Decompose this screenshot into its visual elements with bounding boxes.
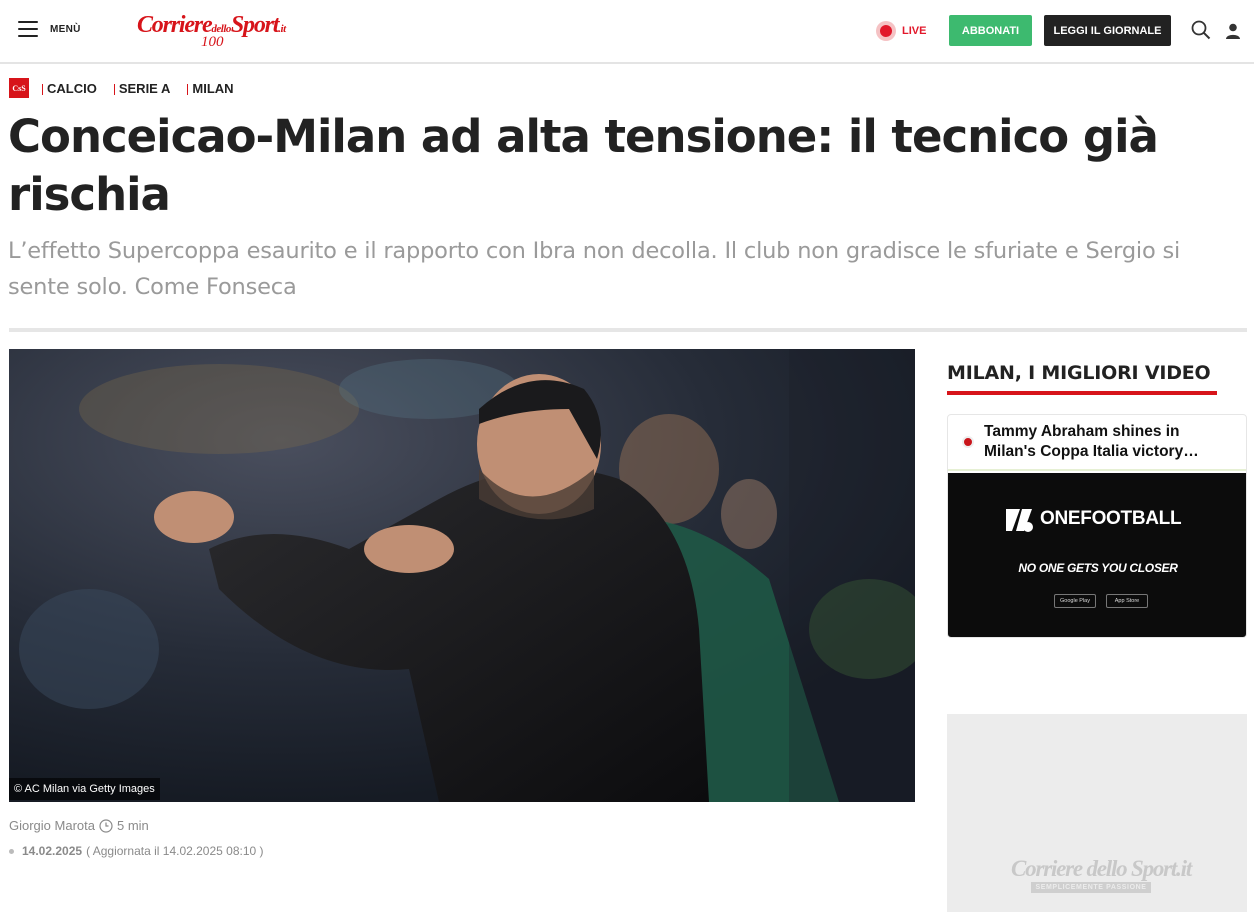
video-card-header: Tammy Abraham shines in Milan's Coppa It… <box>948 415 1246 471</box>
app-store-badge[interactable]: App Store <box>1106 594 1148 608</box>
onefootball-tagline: NO ONE GETS YOU CLOSER <box>1018 561 1178 575</box>
image-credit: © AC Milan via Getty Images <box>9 778 160 800</box>
cs-logo-badge[interactable]: CsS <box>9 78 29 98</box>
video-player[interactable]: ONEFOOTBALL NO ONE GETS YOU CLOSER Googl… <box>948 473 1246 637</box>
article-hero-image <box>9 349 915 802</box>
onefootball-logo: ONEFOOTBALL <box>1004 505 1182 533</box>
top-header: MENÙ CorrieredelloSport.it 100 LIVE ABBO… <box>0 0 1254 64</box>
article-headline: Conceicao-Milan ad alta tensione: il tec… <box>8 110 1159 221</box>
read-newspaper-button[interactable]: LEGGI IL GIORNALE <box>1044 15 1171 46</box>
article-meta: Giorgio Marota 5 min <box>9 818 149 833</box>
menu-button[interactable]: MENÙ <box>18 21 81 37</box>
onefootball-brand: ONEFOOTBALL <box>1040 508 1182 529</box>
site-logo[interactable]: CorrieredelloSport.it 100 <box>137 10 307 54</box>
menu-label: MENÙ <box>50 23 81 35</box>
logo-anniversary-badge: 100 <box>201 34 224 50</box>
live-dot-icon <box>876 21 896 41</box>
store-badges: Google Play App Store <box>1054 594 1148 608</box>
milan-crest-icon <box>962 436 974 448</box>
google-play-badge[interactable]: Google Play <box>1054 594 1096 608</box>
article-subtitle: L’effetto Supercoppa esaurito e il rappo… <box>8 238 1181 300</box>
article-date-line: 14.02.2025 ( Aggiornata il 14.02.2025 08… <box>9 844 264 858</box>
publish-date: 14.02.2025 <box>22 844 83 858</box>
live-link[interactable]: LIVE <box>876 21 926 41</box>
sidebar-title-underline <box>947 391 1217 395</box>
sidebar-title: MILAN, I MIGLIORI VIDEO <box>947 362 1211 384</box>
ad-placeholder: Corriere dello Sport.it SEMPLICEMENTE PA… <box>947 714 1247 912</box>
updated-date: ( Aggiornata il 14.02.2025 08:10 ) <box>86 844 264 858</box>
live-label: LIVE <box>902 25 927 37</box>
user-icon[interactable] <box>1224 22 1246 44</box>
read-time: 5 min <box>116 818 149 833</box>
bullet-icon <box>9 848 14 854</box>
video-card[interactable]: Tammy Abraham shines in Milan's Coppa It… <box>947 414 1247 638</box>
ad-placeholder-tagline: SEMPLICEMENTE PASSIONE <box>1031 882 1151 893</box>
hamburger-icon <box>18 21 38 37</box>
search-icon[interactable] <box>1191 20 1213 42</box>
onefootball-mark-icon <box>1006 509 1033 532</box>
clock-icon <box>99 818 113 833</box>
breadcrumb-calcio[interactable]: CALCIO <box>42 81 97 96</box>
breadcrumb-serie-a[interactable]: SERIE A <box>113 81 170 96</box>
subscribe-button[interactable]: ABBONATI <box>949 15 1032 46</box>
breadcrumb-milan[interactable]: MILAN <box>187 81 234 96</box>
breadcrumb: CsS CALCIO SERIE A MILAN <box>9 78 251 98</box>
author-name[interactable]: Giorgio Marota <box>9 818 95 833</box>
ad-placeholder-logo: Corriere dello Sport.it <box>1011 856 1192 881</box>
video-title[interactable]: Tammy Abraham shines in Milan's Coppa It… <box>984 422 1214 462</box>
header-divider <box>9 328 1247 332</box>
